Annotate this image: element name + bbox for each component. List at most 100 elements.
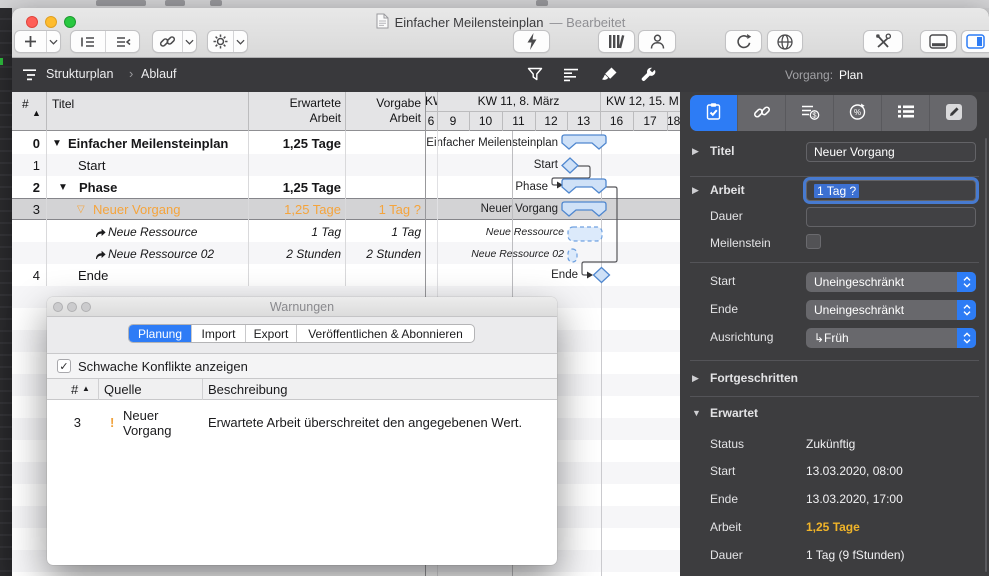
person-icon bbox=[639, 31, 675, 52]
day-header: 6 bbox=[425, 114, 437, 128]
weak-conflicts-checkbox[interactable]: ✓ bbox=[57, 359, 71, 373]
tools-button[interactable] bbox=[863, 30, 903, 53]
day-header: 17 bbox=[633, 114, 667, 128]
start-constraint-dropdown[interactable]: Uneingeschränkt bbox=[806, 272, 976, 292]
ende-constraint-dropdown[interactable]: Uneingeschränkt bbox=[806, 300, 976, 320]
expected-start-label: Start bbox=[710, 464, 735, 478]
week-header-0: KW bbox=[425, 94, 437, 108]
section-erwartet[interactable]: Erwartet bbox=[710, 406, 758, 420]
outline-row-1[interactable]: 1 Start bbox=[12, 154, 680, 176]
sync-button[interactable] bbox=[725, 30, 762, 53]
add-task-button[interactable] bbox=[15, 31, 46, 52]
inspector-scrollbar[interactable] bbox=[985, 138, 987, 572]
sort-asc-icon[interactable]: ▲ bbox=[82, 384, 90, 393]
sort-asc-icon[interactable]: ▲ bbox=[32, 108, 41, 118]
breadcrumb-root[interactable]: Strukturplan bbox=[46, 67, 113, 81]
column-divider[interactable] bbox=[46, 92, 47, 131]
actions-button-group bbox=[207, 30, 248, 53]
outdent-icon[interactable] bbox=[105, 31, 139, 52]
link-menu-chevron-icon[interactable] bbox=[182, 31, 196, 52]
status-label: Status bbox=[710, 437, 744, 451]
arbeit-input-focused[interactable]: 1 Tag ? bbox=[806, 180, 976, 201]
day-header: 11 bbox=[502, 114, 535, 128]
tab-task-info[interactable] bbox=[690, 95, 737, 131]
outline-row-0[interactable]: 0 ▼ Einfacher Meilensteinplan 1,25 Tage bbox=[12, 132, 680, 154]
disclosure-closed-icon[interactable]: ▶ bbox=[692, 185, 699, 196]
disclosure-open-icon[interactable]: ▼ bbox=[58, 182, 68, 193]
resource-row-2[interactable]: Neue Ressource 02 2 Stunden 2 Stunden bbox=[12, 242, 680, 264]
tab-import[interactable]: Import bbox=[191, 325, 245, 342]
tab-progress[interactable]: % bbox=[833, 95, 881, 131]
tab-links[interactable] bbox=[737, 95, 785, 131]
resources-button[interactable] bbox=[638, 30, 676, 53]
tab-finance[interactable]: $ bbox=[785, 95, 833, 131]
tab-export[interactable]: Export bbox=[245, 325, 296, 342]
settings-wrench-icon[interactable] bbox=[640, 66, 657, 88]
disclosure-open-outline-icon[interactable]: ▽ bbox=[77, 204, 85, 215]
warning-source: Neuer Vorgang bbox=[123, 408, 198, 438]
breadcrumb-current[interactable]: Ablauf bbox=[141, 67, 176, 81]
style-brush-icon[interactable] bbox=[601, 66, 618, 88]
column-divider[interactable] bbox=[248, 92, 249, 131]
gear-icon[interactable] bbox=[208, 31, 233, 52]
clipboard-check-icon bbox=[704, 102, 723, 124]
dialog-col-divider[interactable] bbox=[202, 379, 203, 400]
svg-text:%: % bbox=[854, 108, 861, 117]
network-button[interactable] bbox=[767, 30, 803, 53]
dialog-col-divider[interactable] bbox=[98, 379, 99, 400]
dialog-col-description[interactable]: Beschreibung bbox=[208, 382, 288, 397]
expected-ende-value: 13.03.2020, 17:00 bbox=[806, 492, 903, 506]
toggle-inspector-button[interactable] bbox=[961, 30, 989, 53]
pencil-icon bbox=[945, 103, 963, 124]
column-divider[interactable] bbox=[345, 92, 346, 131]
add-task-menu-chevron-icon[interactable] bbox=[46, 31, 60, 52]
arbeit-field-label: Arbeit bbox=[710, 183, 745, 197]
indent-icon[interactable] bbox=[71, 31, 105, 52]
dialog-col-num[interactable]: # bbox=[71, 382, 78, 397]
disclosure-open-icon[interactable]: ▼ bbox=[692, 408, 701, 418]
column-header-num[interactable]: # bbox=[22, 97, 29, 111]
view-toolbar: Strukturplan › Ablauf Vorgang: Plan bbox=[12, 58, 989, 92]
column-header-expected[interactable]: ErwarteteArbeit bbox=[249, 96, 341, 126]
gantt-label: Neuer Vorgang bbox=[358, 203, 558, 215]
tab-veroeffentlichen[interactable]: Veröffentlichen & Abonnieren bbox=[296, 325, 474, 342]
background-window-strip bbox=[0, 0, 989, 8]
meilenstein-checkbox[interactable] bbox=[806, 234, 821, 249]
view-options-icon[interactable] bbox=[563, 68, 579, 87]
disclosure-closed-icon[interactable]: ▶ bbox=[692, 373, 699, 384]
column-header-title[interactable]: Titel bbox=[52, 97, 74, 111]
divider bbox=[690, 262, 979, 263]
conflicts-button[interactable] bbox=[513, 30, 550, 53]
day-divider bbox=[502, 111, 503, 131]
column-divider[interactable] bbox=[425, 92, 426, 131]
dialog-col-source[interactable]: Quelle bbox=[104, 382, 142, 397]
filter-icon[interactable] bbox=[527, 67, 543, 87]
gantt-label: Einfacher Meilensteinplan bbox=[358, 137, 558, 149]
screen: Einfacher Meilensteinplan — Bearbeitet bbox=[0, 0, 989, 576]
outline-row-4[interactable]: 4 Ende bbox=[12, 264, 680, 286]
library-button[interactable] bbox=[598, 30, 635, 53]
dialog-warning-row[interactable]: 3 ! Neuer Vorgang Erwartete Arbeit übers… bbox=[47, 400, 557, 565]
disclosure-open-icon[interactable]: ▼ bbox=[52, 138, 62, 149]
column-header-given[interactable]: VorgabeArbeit bbox=[346, 96, 421, 126]
ausrichtung-dropdown[interactable]: ↳Früh bbox=[806, 328, 976, 348]
tab-attributes[interactable] bbox=[881, 95, 929, 131]
titel-input[interactable]: Neuer Vorgang bbox=[806, 142, 976, 162]
disclosure-closed-icon[interactable]: ▶ bbox=[692, 146, 699, 157]
week-divider bbox=[600, 92, 601, 131]
inspector-panel: $ % ▶ Titel Neuer Vorgang ▶ Arbeit 1 Tag… bbox=[680, 92, 989, 576]
outline-row-3-selected[interactable]: 3 ▽ Neuer Vorgang 1,25 Tage 1 Tag ? bbox=[12, 198, 680, 220]
work-breakdown-icon[interactable] bbox=[22, 68, 40, 87]
tab-planung[interactable]: Planung bbox=[129, 325, 191, 342]
dialog-tab-zone: Planung Import Export Veröffentlichen & … bbox=[47, 317, 557, 354]
actions-menu-chevron-icon[interactable] bbox=[233, 31, 247, 52]
context-value: Plan bbox=[839, 68, 863, 82]
section-fortgeschritten[interactable]: Fortgeschritten bbox=[710, 371, 798, 385]
dauer-input[interactable] bbox=[806, 207, 976, 227]
resource-row-1[interactable]: Neue Ressource 1 Tag 1 Tag bbox=[12, 220, 680, 242]
link-icon[interactable] bbox=[153, 31, 182, 52]
outline-row-2[interactable]: 2 ▼ Phase 1,25 Tage bbox=[12, 176, 680, 198]
day-header: 10 bbox=[469, 114, 502, 128]
tab-notes[interactable] bbox=[929, 95, 977, 131]
toggle-bottom-panel-button[interactable] bbox=[920, 30, 957, 53]
